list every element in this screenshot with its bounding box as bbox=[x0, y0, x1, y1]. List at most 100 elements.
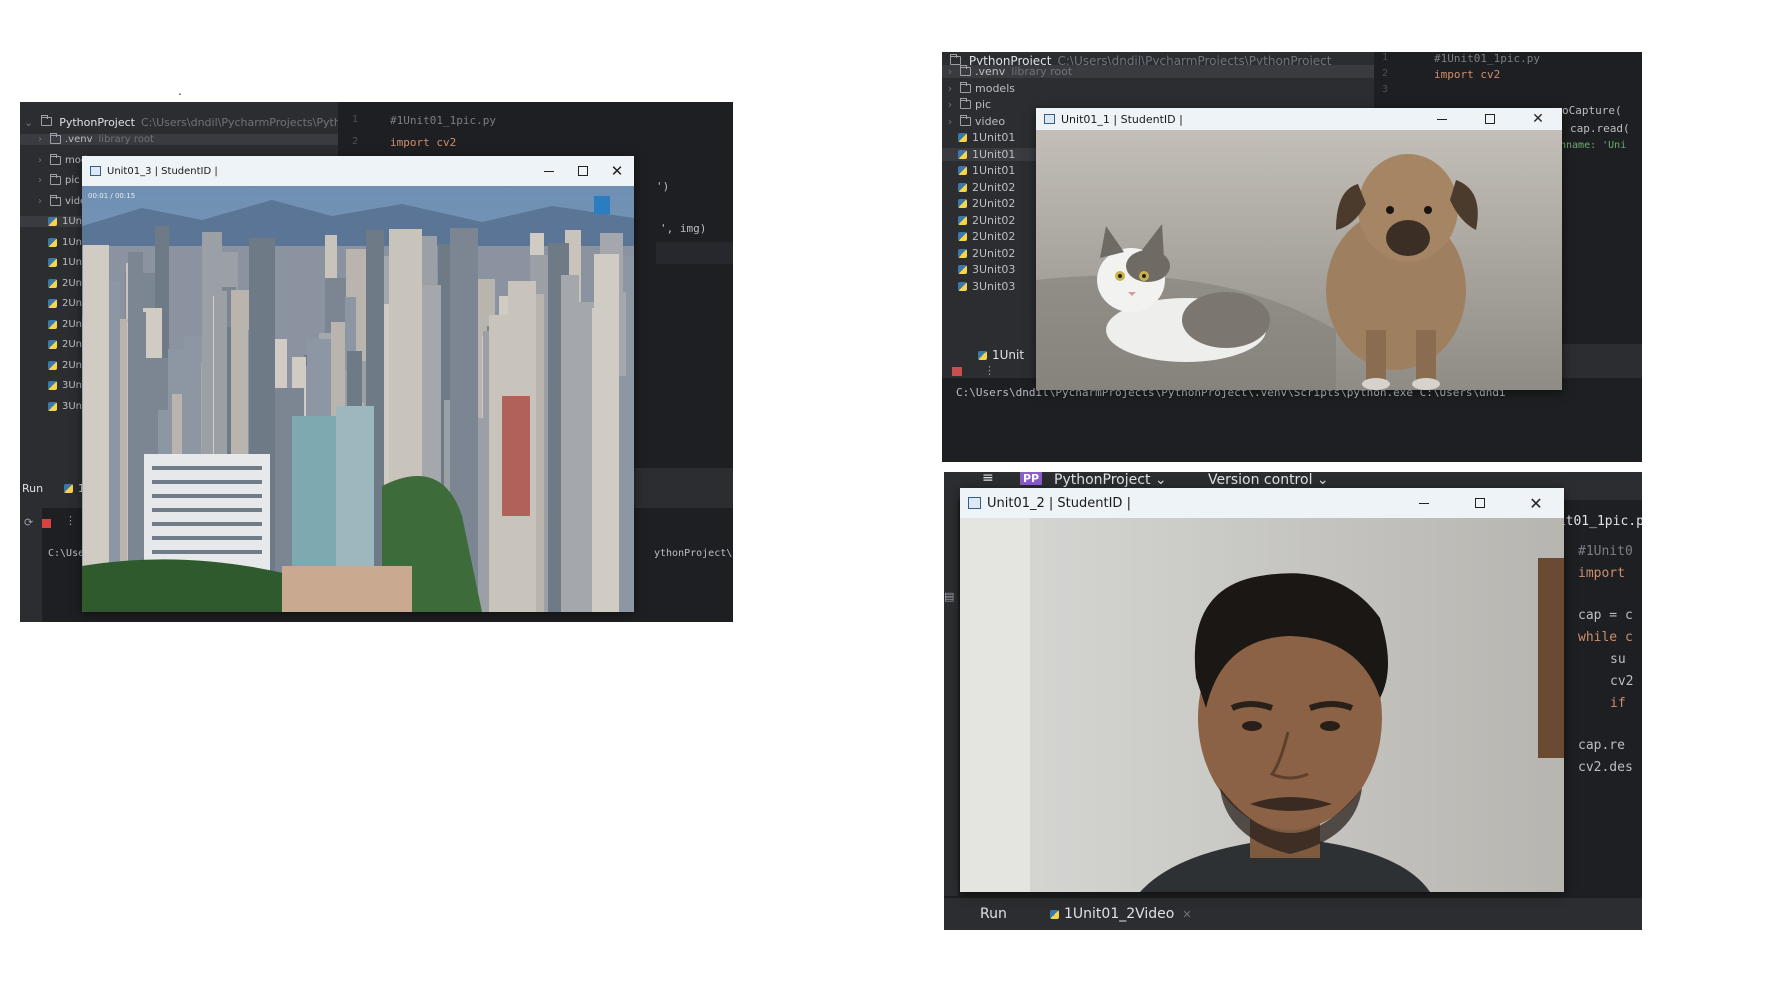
folder-icon bbox=[50, 153, 61, 165]
code-line: while c bbox=[1578, 630, 1633, 645]
expand-arrow-icon[interactable]: › bbox=[944, 82, 956, 95]
maximize-button[interactable] bbox=[1466, 108, 1514, 130]
python-file-icon bbox=[48, 381, 57, 390]
python-file-icon bbox=[958, 248, 967, 258]
tree-item-label: 2Un bbox=[62, 318, 83, 330]
tree-item-label: 2Unit02 bbox=[972, 230, 1016, 243]
tree-item-label: 2Unit02 bbox=[972, 180, 1016, 194]
code-line: import bbox=[1578, 566, 1625, 581]
expand-arrow-icon[interactable]: › bbox=[944, 115, 956, 128]
city-skyline-image bbox=[82, 186, 634, 612]
window-titlebar[interactable]: Unit01_3 | StudentID | ✕ bbox=[82, 156, 634, 186]
tree-item-label: 1Unit01 bbox=[972, 131, 1016, 144]
window-titlebar[interactable]: Unit01_1 | StudentID | ✕ bbox=[1036, 108, 1562, 130]
window-titlebar[interactable]: Unit01_2 | StudentID | ✕ bbox=[960, 488, 1564, 518]
tree-item-label: 2Un bbox=[62, 359, 83, 371]
code-line: su bbox=[1610, 652, 1626, 667]
python-file-icon bbox=[958, 232, 967, 241]
folder-icon bbox=[960, 81, 971, 93]
tree-item-label: 2Unit02 bbox=[972, 213, 1016, 227]
console-text-end: ythonProject\1Uni bbox=[654, 548, 733, 559]
expand-arrow-icon[interactable]: › bbox=[34, 196, 46, 207]
stop-icon[interactable] bbox=[952, 367, 962, 376]
minimize-button[interactable] bbox=[1418, 108, 1466, 130]
expand-arrow-icon[interactable]: › bbox=[944, 98, 956, 111]
run-tab[interactable]: 1Unit01_2Video ✕ bbox=[1048, 906, 1192, 922]
webcam-frame bbox=[960, 518, 1564, 892]
run-label[interactable]: Run bbox=[22, 482, 43, 495]
maximize-button[interactable] bbox=[1452, 488, 1508, 518]
tree-item-label: pic bbox=[65, 175, 80, 186]
expand-arrow-icon[interactable]: › bbox=[944, 65, 956, 78]
structure-icon[interactable]: ▤ bbox=[944, 590, 954, 603]
close-button[interactable]: ✕ bbox=[1514, 108, 1562, 130]
expand-arrow-icon[interactable]: › bbox=[34, 134, 46, 145]
python-file-icon bbox=[48, 237, 57, 247]
python-file-icon bbox=[1050, 909, 1059, 919]
opencv-window[interactable]: Unit01_3 | StudentID | ✕ 00:01 / 00:15 bbox=[82, 156, 634, 612]
tree-folder[interactable]: › models bbox=[942, 81, 1374, 95]
close-button[interactable]: ✕ bbox=[1508, 488, 1564, 518]
tree-item-note: library root bbox=[1011, 65, 1073, 78]
python-file-icon bbox=[48, 278, 57, 288]
line-number: 2 bbox=[352, 136, 359, 147]
code-line: cap.read( bbox=[1570, 122, 1630, 135]
screenshot-webcam-window: ≡ PP PythonProject ⌄ Version control ⌄ ▤… bbox=[944, 472, 1642, 930]
project-menu[interactable]: PythonProject ⌄ bbox=[1054, 472, 1167, 488]
code-line: nname: 'Uni bbox=[1560, 140, 1627, 151]
python-file-icon bbox=[48, 360, 57, 370]
tree-item-label: 1Un bbox=[62, 257, 83, 268]
expand-arrow-icon[interactable]: › bbox=[34, 155, 46, 166]
tree-item-label: 3Unit03 bbox=[972, 279, 1016, 293]
stray-mark: . bbox=[178, 84, 182, 98]
project-logo: PP bbox=[1020, 472, 1043, 485]
tree-item-note: library root bbox=[98, 134, 154, 145]
folder-icon bbox=[50, 133, 61, 144]
tree-item-label: 3Un bbox=[62, 380, 83, 391]
line-number: 2 bbox=[1382, 68, 1389, 79]
more-icon[interactable]: ⋮ bbox=[65, 514, 76, 527]
tree-item-label: 1Unit01 bbox=[972, 164, 1016, 177]
run-label[interactable]: Run bbox=[980, 906, 1007, 922]
line-number: 3 bbox=[1382, 84, 1389, 95]
close-button[interactable]: ✕ bbox=[600, 156, 634, 186]
expand-arrow-icon[interactable]: › bbox=[34, 175, 46, 186]
opencv-window[interactable]: Unit01_1 | StudentID | ✕ bbox=[1036, 108, 1562, 390]
code-line: import cv2 bbox=[390, 136, 457, 149]
python-file-icon bbox=[48, 217, 57, 226]
minimize-button[interactable] bbox=[532, 156, 566, 186]
python-file-icon bbox=[48, 299, 57, 308]
tree-item-label: 2Un bbox=[62, 339, 83, 350]
python-file-icon bbox=[48, 340, 57, 349]
stop-icon[interactable] bbox=[42, 519, 51, 528]
minimize-button[interactable] bbox=[1396, 488, 1452, 518]
folder-icon bbox=[50, 194, 61, 206]
code-line: cap.re bbox=[1578, 738, 1625, 753]
maximize-button[interactable] bbox=[566, 156, 600, 186]
tree-folder[interactable]: › .venv library root bbox=[20, 133, 338, 145]
run-tab[interactable]: 1Unit bbox=[976, 348, 1024, 362]
close-tab-icon[interactable]: ✕ bbox=[1182, 908, 1191, 921]
python-file-icon bbox=[958, 281, 967, 291]
app-icon bbox=[90, 166, 101, 176]
code-line: oCapture( bbox=[1562, 104, 1622, 117]
python-file-icon bbox=[48, 319, 57, 329]
app-icon bbox=[968, 497, 981, 509]
tree-item-label: .venv bbox=[975, 65, 1006, 78]
opencv-window[interactable]: Unit01_2 | StudentID | ✕ bbox=[960, 488, 1564, 892]
tree-item-label: 2Unit02 bbox=[972, 197, 1016, 210]
tree-folder[interactable]: › .venv library root bbox=[942, 65, 1374, 78]
python-file-icon bbox=[48, 401, 57, 411]
tree-item-label: 2Un bbox=[62, 298, 83, 309]
app-icon bbox=[1044, 114, 1055, 124]
hamburger-menu-icon[interactable]: ≡ bbox=[982, 472, 994, 486]
screenshot-city-window: ⌄ PythonProject C:\Users\dndil\PycharmPro… bbox=[20, 102, 733, 622]
rerun-icon[interactable]: ⟳ bbox=[24, 516, 33, 529]
version-control-menu[interactable]: Version control ⌄ bbox=[1208, 472, 1329, 488]
code-line: cv2.des bbox=[1578, 760, 1633, 775]
run-bar: Run 1Unit01_2Video ✕ bbox=[944, 898, 1642, 930]
python-file-icon bbox=[64, 484, 73, 493]
more-icon[interactable]: ⋮ bbox=[984, 364, 995, 377]
project-header[interactable]: ⌄ PythonProject C:\Users\dndil\PycharmPro… bbox=[24, 115, 392, 129]
python-file-icon bbox=[958, 215, 967, 225]
